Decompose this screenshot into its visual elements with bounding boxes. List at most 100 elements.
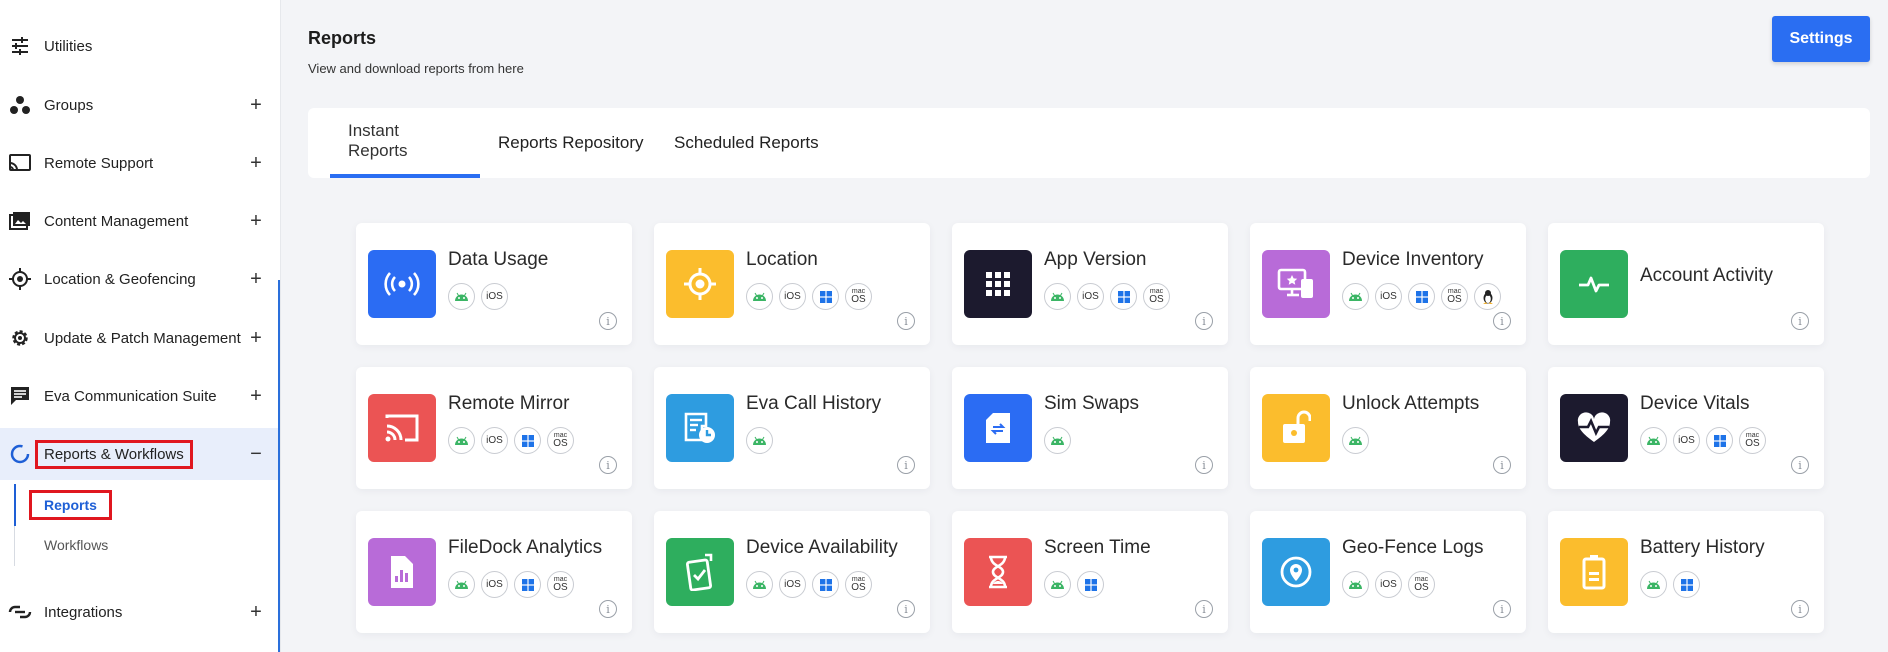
report-card-screen-time[interactable]: Screen Time i — [952, 511, 1228, 633]
supported-platforms — [1640, 571, 1700, 598]
sidebar-item-remote-support[interactable]: Remote Support + — [0, 137, 280, 189]
android-icon — [1342, 571, 1369, 598]
call-history-icon — [666, 394, 734, 462]
ios-icon: iOS — [1375, 283, 1402, 310]
sidebar-item-eva-communication[interactable]: Eva Communication Suite + — [0, 370, 280, 422]
report-card-device-availability[interactable]: Device Availability iOS mac OS i — [654, 511, 930, 633]
report-card-location[interactable]: Location iOS mac OS i — [654, 223, 930, 345]
report-card-title: Geo-Fence Logs — [1342, 537, 1484, 558]
sidebar-item-integrations[interactable]: Integrations + — [0, 586, 280, 638]
sidebar-subitem-reports[interactable]: Reports — [29, 490, 112, 520]
report-card-account-activity[interactable]: Account Activity i — [1548, 223, 1824, 345]
ios-icon: iOS — [779, 283, 806, 310]
supported-platforms: iOS mac OS — [1342, 283, 1501, 310]
sidebar-item-update-patch[interactable]: Update & Patch Management + — [0, 312, 280, 364]
report-card-data-usage[interactable]: Data Usage iOS i — [356, 223, 632, 345]
supported-platforms: iOS mac OS — [1044, 283, 1170, 310]
report-card-geo-fence-logs[interactable]: Geo-Fence Logs iOS mac OS i — [1250, 511, 1526, 633]
sidebar-subitem-workflows[interactable]: Workflows — [44, 537, 108, 553]
heart-pulse-icon — [1560, 394, 1628, 462]
report-card-title: Sim Swaps — [1044, 393, 1140, 414]
submenu-line — [14, 526, 15, 566]
info-icon[interactable]: i — [897, 456, 915, 474]
submenu-active-line — [14, 484, 16, 526]
info-icon[interactable]: i — [599, 312, 617, 330]
expand-icon[interactable]: + — [248, 269, 264, 289]
report-card-filedock-analytics[interactable]: FileDock Analytics iOS mac OS i — [356, 511, 632, 633]
windows-icon — [514, 427, 541, 454]
windows-icon — [1408, 283, 1435, 310]
report-card-title: Device Vitals — [1640, 393, 1750, 414]
report-card-battery-history[interactable]: Battery History i — [1548, 511, 1824, 633]
info-icon[interactable]: i — [1195, 312, 1213, 330]
report-card-title: Location — [746, 249, 818, 270]
sidebar-item-utilities[interactable]: Utilities — [0, 20, 280, 72]
expand-icon[interactable]: + — [248, 95, 264, 115]
collapse-icon[interactable]: − — [248, 444, 264, 464]
report-card-device-vitals[interactable]: Device Vitals iOS mac OS i — [1548, 367, 1824, 489]
info-icon[interactable]: i — [599, 600, 617, 618]
sidebar-item-label: Utilities — [44, 37, 93, 55]
info-icon[interactable]: i — [1493, 456, 1511, 474]
report-card-remote-mirror[interactable]: Remote Mirror iOS mac OS i — [356, 367, 632, 489]
photo-library-icon — [8, 209, 32, 233]
info-icon[interactable]: i — [1493, 312, 1511, 330]
tabs-panel: Instant Reports Reports Repository Sched… — [308, 108, 1870, 178]
sidebar-item-location-geofencing[interactable]: Location & Geofencing + — [0, 253, 280, 305]
info-icon[interactable]: i — [1195, 600, 1213, 618]
macos-icon: mac OS — [845, 283, 872, 310]
ios-icon: iOS — [1673, 427, 1700, 454]
report-card-title: FileDock Analytics — [448, 537, 603, 558]
unlock-icon — [1262, 394, 1330, 462]
report-card-title: Unlock Attempts — [1342, 393, 1480, 414]
broadcast-icon — [368, 250, 436, 318]
expand-icon[interactable]: + — [248, 386, 264, 406]
expand-icon[interactable]: + — [248, 328, 264, 348]
report-card-sim-swaps[interactable]: Sim Swaps i — [952, 367, 1228, 489]
settings-button[interactable]: Settings — [1772, 16, 1870, 62]
expand-icon[interactable]: + — [248, 153, 264, 173]
report-card-device-inventory[interactable]: Device Inventory iOS mac OS i — [1250, 223, 1526, 345]
macos-icon: mac OS — [1441, 283, 1468, 310]
sidebar-item-label: Eva Communication Suite — [44, 387, 217, 405]
windows-icon — [812, 571, 839, 598]
android-icon — [448, 427, 475, 454]
sidebar-item-label: Location & Geofencing — [44, 270, 196, 288]
info-icon[interactable]: i — [1493, 600, 1511, 618]
sidebar-item-groups[interactable]: Groups + — [0, 79, 280, 131]
info-icon[interactable]: i — [1791, 312, 1809, 330]
android-icon — [448, 283, 475, 310]
tab-scheduled-reports[interactable]: Scheduled Reports — [656, 108, 837, 178]
integrations-icon — [8, 600, 32, 624]
info-icon[interactable]: i — [1195, 456, 1213, 474]
sim-swap-icon — [964, 394, 1032, 462]
ios-icon: iOS — [1375, 571, 1402, 598]
app-grid-icon — [964, 250, 1032, 318]
sidebar-item-reports-workflows[interactable]: Reports & Workflows − — [0, 428, 280, 480]
expand-icon[interactable]: + — [248, 602, 264, 622]
page-subtitle: View and download reports from here — [308, 61, 524, 76]
ios-icon: iOS — [481, 427, 508, 454]
windows-icon — [1706, 427, 1733, 454]
info-icon[interactable]: i — [1791, 456, 1809, 474]
supported-platforms: iOS mac OS — [1640, 427, 1766, 454]
report-card-eva-call-history[interactable]: Eva Call History i — [654, 367, 930, 489]
expand-icon[interactable]: + — [248, 211, 264, 231]
activity-pulse-icon — [1560, 250, 1628, 318]
info-icon[interactable]: i — [1791, 600, 1809, 618]
sliders-icon — [8, 34, 32, 58]
location-crosshair-icon — [666, 250, 734, 318]
sidebar-item-label: Remote Support — [44, 154, 154, 172]
info-icon[interactable]: i — [599, 456, 617, 474]
report-card-app-version[interactable]: App Version iOS mac OS i — [952, 223, 1228, 345]
tab-reports-repository[interactable]: Reports Repository — [480, 108, 662, 178]
info-icon[interactable]: i — [897, 312, 915, 330]
supported-platforms — [746, 427, 773, 454]
tab-instant-reports[interactable]: Instant Reports — [330, 108, 480, 178]
report-card-title: Remote Mirror — [448, 393, 570, 414]
report-card-unlock-attempts[interactable]: Unlock Attempts i — [1250, 367, 1526, 489]
info-icon[interactable]: i — [897, 600, 915, 618]
sidebar-item-content-management[interactable]: Content Management + — [0, 195, 280, 247]
file-chart-icon — [368, 538, 436, 606]
supported-platforms — [1044, 571, 1104, 598]
